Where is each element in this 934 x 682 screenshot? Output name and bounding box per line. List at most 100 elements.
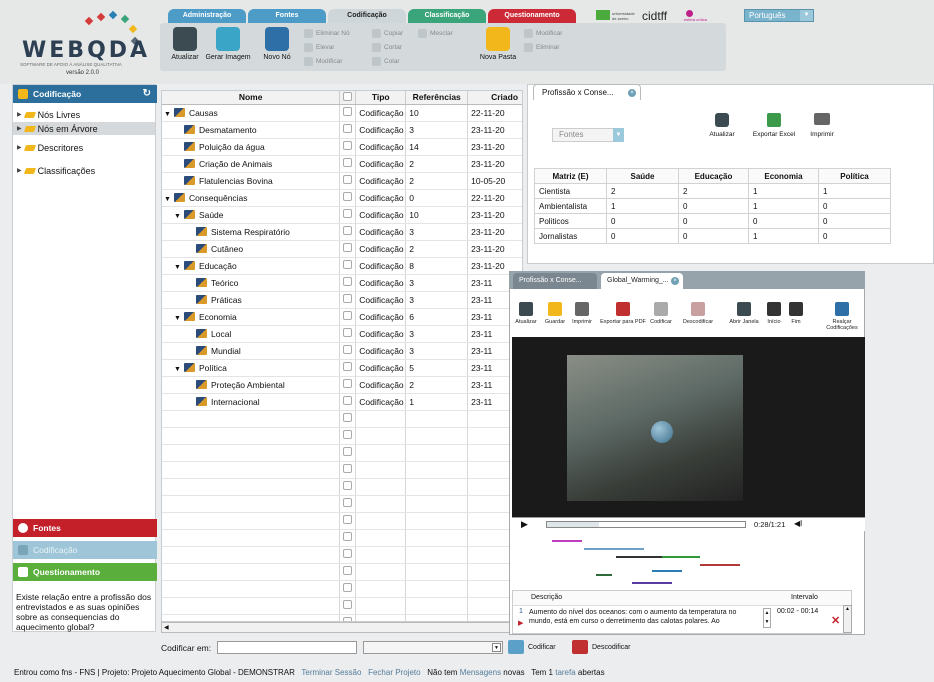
row-checkbox[interactable] bbox=[343, 549, 353, 558]
row-checkbox[interactable] bbox=[343, 107, 353, 116]
table-row[interactable]: Desmatamento Codificação 3 23-11-20 bbox=[162, 121, 522, 139]
volume-icon[interactable]: ◀ǀ bbox=[794, 519, 802, 528]
matrix-header[interactable]: Educação bbox=[678, 168, 749, 184]
tab-classificacao[interactable]: Classificação bbox=[408, 9, 486, 23]
expand-arrow-icon[interactable]: ▶ bbox=[17, 125, 22, 132]
row-checkbox[interactable] bbox=[343, 413, 353, 422]
mesclar-button[interactable]: Mesclar bbox=[418, 29, 453, 38]
colar-button[interactable]: Colar bbox=[372, 57, 400, 66]
descodificar-button[interactable]: Descodificar bbox=[572, 640, 631, 654]
table-row[interactable]: ▼ Saúde Codificação 10 23-11-20 bbox=[162, 206, 522, 224]
row-checkbox[interactable] bbox=[343, 226, 353, 235]
video-imprimir-button[interactable]: Imprimir bbox=[568, 302, 596, 325]
tarefa-link[interactable]: tarefa bbox=[555, 668, 575, 677]
row-checkbox[interactable] bbox=[343, 192, 353, 201]
expand-arrow-icon[interactable]: ▶ bbox=[17, 111, 22, 118]
matrix-cell[interactable]: 0 bbox=[678, 198, 749, 214]
codificar-em-select[interactable]: ▼ bbox=[363, 641, 503, 654]
video-abrir-janela-button[interactable]: Abrir Janela bbox=[724, 302, 764, 325]
tree-nos-livres[interactable]: ▶ Nós Livres bbox=[17, 108, 153, 121]
row-checkbox[interactable] bbox=[343, 600, 353, 609]
video-descodificar-button[interactable]: Descodificar bbox=[676, 302, 720, 325]
table-row[interactable]: Criação de Animais Codificação 2 23-11-20 bbox=[162, 155, 522, 173]
row-checkbox[interactable] bbox=[343, 345, 353, 354]
matrix-cell[interactable]: 0 bbox=[678, 228, 749, 244]
video-tab-matrix[interactable]: Profissão x Conse... bbox=[513, 273, 597, 289]
questionamento-panel-header[interactable]: Questionamento bbox=[13, 563, 157, 581]
matrix-cell[interactable]: 0 bbox=[818, 198, 891, 214]
fechar-projeto-link[interactable]: Fechar Projeto bbox=[368, 668, 420, 677]
matrix-cell[interactable]: 0 bbox=[606, 213, 679, 229]
coding-row[interactable]: 1 ▶ Aumento do nível dos oceanos: com o … bbox=[513, 605, 843, 633]
table-row[interactable]: Teórico Codificação 3 23-11 bbox=[162, 274, 522, 292]
col-tipo[interactable]: Tipo bbox=[355, 91, 407, 105]
refresh-icon[interactable]: ↻ bbox=[143, 85, 151, 103]
expand-arrow-icon[interactable]: ▼ bbox=[174, 264, 181, 271]
col-referencias[interactable]: Referências bbox=[405, 91, 469, 105]
row-scroll[interactable]: ▲ ▼ bbox=[763, 608, 771, 628]
video-tab-global-warming[interactable]: Global_Warming_... × bbox=[601, 273, 683, 289]
table-row[interactable]: Cutâneo Codificação 2 23-11-20 bbox=[162, 240, 522, 258]
table-row[interactable]: Mundial Codificação 3 23-11 bbox=[162, 342, 522, 360]
row-checkbox[interactable] bbox=[343, 515, 353, 524]
row-checkbox[interactable] bbox=[343, 124, 353, 133]
matrix-tab[interactable]: Profissão x Conse... × bbox=[533, 84, 641, 100]
row-checkbox[interactable] bbox=[343, 294, 353, 303]
expand-arrow-icon[interactable]: ▼ bbox=[174, 315, 181, 322]
eliminar-no-button[interactable]: Eliminar Nó bbox=[304, 29, 350, 38]
row-checkbox[interactable] bbox=[343, 464, 353, 473]
row-checkbox[interactable] bbox=[343, 583, 353, 592]
matrix-row[interactable]: Jornalistas 0 0 1 0 bbox=[534, 228, 891, 244]
modificar-pasta-button[interactable]: Modificar bbox=[524, 29, 562, 38]
terminar-sessao-link[interactable]: Terminar Sessão bbox=[301, 668, 361, 677]
matrix-cell[interactable]: 1 bbox=[748, 183, 819, 199]
row-checkbox[interactable] bbox=[343, 430, 353, 439]
matrix-cell[interactable]: 0 bbox=[818, 228, 891, 244]
matrix-header[interactable]: Economia bbox=[748, 168, 819, 184]
matrix-header[interactable]: Saúde bbox=[606, 168, 679, 184]
row-checkbox[interactable] bbox=[343, 141, 353, 150]
matrix-cell[interactable]: 0 bbox=[606, 228, 679, 244]
row-checkbox[interactable] bbox=[343, 243, 353, 252]
table-row[interactable]: Poluição da água Codificação 14 23-11-20 bbox=[162, 138, 522, 156]
row-checkbox[interactable] bbox=[343, 362, 353, 371]
matrix-header[interactable]: Matriz (E) bbox=[534, 168, 607, 184]
matrix-cell[interactable]: 0 bbox=[678, 213, 749, 229]
modificar-button[interactable]: Modificar bbox=[304, 57, 342, 66]
row-checkbox[interactable] bbox=[343, 277, 353, 286]
matrix-header[interactable]: Política bbox=[818, 168, 891, 184]
row-checkbox[interactable] bbox=[343, 396, 353, 405]
matrix-cell[interactable]: 2 bbox=[606, 183, 679, 199]
row-checkbox[interactable] bbox=[343, 209, 353, 218]
expand-arrow-icon[interactable]: ▶ bbox=[17, 167, 22, 174]
expand-arrow-icon[interactable]: ▼ bbox=[174, 213, 181, 220]
col-check[interactable] bbox=[339, 91, 357, 105]
codificacao-panel-header[interactable]: Codificação ↻ bbox=[13, 85, 157, 103]
matrix-cell[interactable]: 2 bbox=[678, 183, 749, 199]
play-marker-icon[interactable]: ▶ bbox=[518, 619, 523, 627]
tree-descritores[interactable]: ▶ Descritores bbox=[17, 141, 153, 154]
exportar-excel-button[interactable]: Exportar Excel bbox=[750, 113, 798, 138]
expand-arrow-icon[interactable]: ▼ bbox=[164, 111, 171, 118]
close-icon[interactable]: × bbox=[671, 277, 679, 285]
table-row[interactable]: Flatulencias Bovina Codificação 2 10-05-20 bbox=[162, 172, 522, 190]
tab-administracao[interactable]: Administração bbox=[168, 9, 246, 23]
nova-pasta-button[interactable]: Nova Pasta bbox=[476, 27, 520, 61]
novo-no-button[interactable]: Novo Nó bbox=[262, 27, 292, 61]
video-realcar-codificacoes-button[interactable]: Realçar Codificações bbox=[822, 302, 862, 331]
row-checkbox[interactable] bbox=[343, 447, 353, 456]
video-seek-bar[interactable] bbox=[546, 521, 746, 528]
video-atualizar-button[interactable]: Atualizar bbox=[512, 302, 540, 325]
row-checkbox[interactable] bbox=[343, 481, 353, 490]
list-scrollbar[interactable]: ▲ bbox=[843, 605, 852, 633]
tree-classificacoes[interactable]: ▶ Classificações bbox=[17, 164, 153, 177]
col-nome[interactable]: Nome bbox=[162, 91, 341, 105]
matrix-cell[interactable]: 0 bbox=[818, 213, 891, 229]
table-row[interactable]: Local Codificação 3 23-11 bbox=[162, 325, 522, 343]
tab-codificacao[interactable]: Codificação bbox=[328, 9, 406, 23]
table-row[interactable]: ▼ Educação Codificação 8 23-11-20 bbox=[162, 257, 522, 275]
row-checkbox[interactable] bbox=[343, 379, 353, 388]
fontes-panel-header[interactable]: Fontes bbox=[13, 519, 157, 537]
imprimir-button[interactable]: Imprimir bbox=[804, 113, 840, 138]
scroll-left-icon[interactable]: ◀ bbox=[164, 624, 169, 631]
